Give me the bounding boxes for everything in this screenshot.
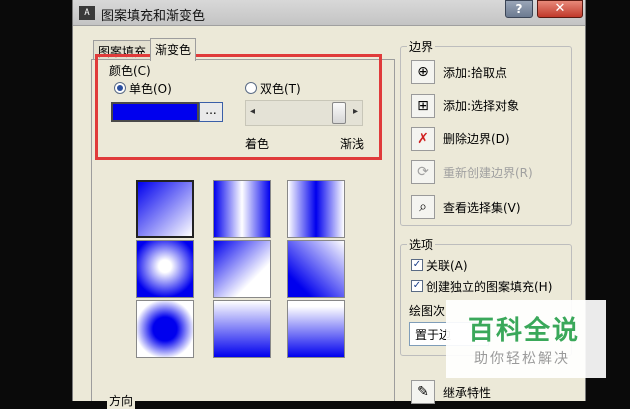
close-button[interactable]: ✕ <box>537 0 583 18</box>
watermark-title: 百科全说 <box>468 316 581 346</box>
gradient-pattern-linear[interactable] <box>136 180 194 238</box>
help-button[interactable]: ? <box>505 0 533 18</box>
gradient-pattern-inv-hemispherical[interactable] <box>213 300 271 358</box>
window-title: 图案填充和渐变色 <box>101 9 206 24</box>
gradient-pattern-spherical[interactable] <box>136 240 194 298</box>
inherit-properties-label[interactable]: 继承特性 <box>443 384 491 401</box>
gradient-pattern-inv-spherical[interactable] <box>136 300 194 358</box>
title-bar: A 图案填充和渐变色 ? ✕ <box>73 0 585 26</box>
app-icon: A <box>79 6 95 20</box>
select-objects-icon[interactable]: ⊞ <box>411 94 435 118</box>
associative-checkbox[interactable]: ✓ <box>411 259 423 271</box>
select-objects-label[interactable]: 添加:选择对象 <box>443 97 519 114</box>
tab-gradient[interactable]: 渐变色 <box>150 38 197 61</box>
magnifier-icon[interactable]: ⌕ <box>411 195 435 219</box>
pick-points-label[interactable]: 添加:拾取点 <box>443 64 507 81</box>
gradient-pattern-inv-curved[interactable] <box>287 300 345 358</box>
draw-order-label: 绘图次 <box>409 304 446 318</box>
watermark-subtitle: 助你轻松解决 <box>474 351 570 367</box>
recreate-boundary-label: 重新创建边界(R) <box>443 166 533 180</box>
inherit-properties-icon[interactable]: ✎ <box>411 380 435 404</box>
boundaries-label: 边界 <box>407 38 436 55</box>
highlight-box <box>95 54 382 160</box>
recreate-boundary-icon: ⟳ <box>411 160 435 184</box>
pick-points-icon[interactable]: ⊕ <box>411 60 435 84</box>
remove-boundary-icon[interactable]: ✗ <box>411 127 435 151</box>
gradient-pattern-inv-cylinder[interactable] <box>287 180 345 238</box>
gradient-pattern-hemispherical[interactable] <box>213 240 271 298</box>
watermark-logo: 百科全说 助你轻松解决 <box>446 300 606 378</box>
associative-label: 关联(A) <box>426 259 468 273</box>
gradient-pattern-curved[interactable] <box>287 240 345 298</box>
gradient-pattern-cylinder[interactable] <box>213 180 271 238</box>
view-selections-label[interactable]: 查看选择集(V) <box>443 199 521 216</box>
remove-boundary-label[interactable]: 删除边界(D) <box>443 130 510 147</box>
options-label: 选项 <box>407 236 436 253</box>
separate-hatch-checkbox[interactable]: ✓ <box>411 280 423 292</box>
separate-hatch-label: 创建独立的图案填充(H) <box>426 280 553 294</box>
